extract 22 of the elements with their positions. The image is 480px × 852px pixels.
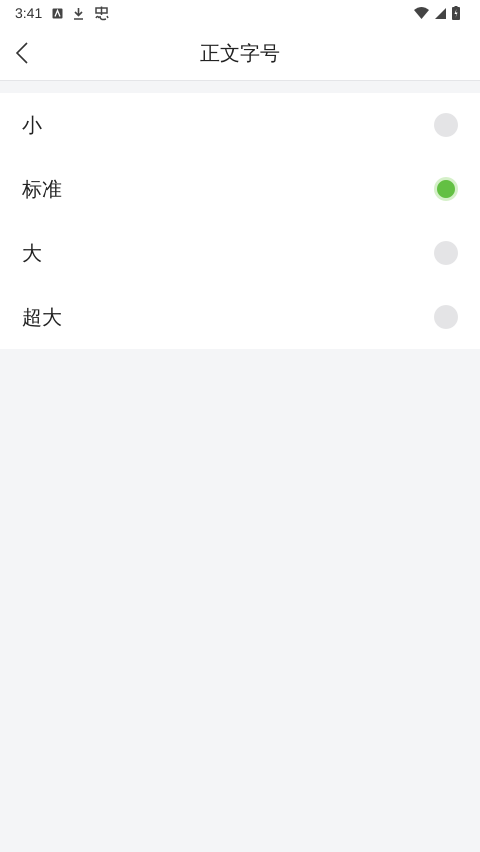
font-size-option[interactable]: 小 xyxy=(0,93,480,157)
notification-icon xyxy=(52,8,64,18)
battery-icon xyxy=(452,6,460,20)
option-label: 超大 xyxy=(22,304,62,330)
radio-button[interactable] xyxy=(434,305,458,329)
download-icon xyxy=(73,6,84,20)
signal-icon xyxy=(435,8,446,18)
radio-button[interactable] xyxy=(434,113,458,137)
status-time: 3:41 xyxy=(15,5,42,21)
font-size-option[interactable]: 超大 xyxy=(0,285,480,349)
page-title: 正文字号 xyxy=(200,40,280,66)
font-size-option[interactable]: 标准 xyxy=(0,157,480,221)
option-label: 标准 xyxy=(22,176,62,202)
back-icon xyxy=(16,42,28,64)
radio-button[interactable] xyxy=(434,241,458,265)
option-label: 大 xyxy=(22,240,42,266)
app-notification-icon xyxy=(94,6,110,20)
wifi-icon xyxy=(414,7,429,19)
option-label: 小 xyxy=(22,112,42,138)
back-button[interactable] xyxy=(16,42,28,64)
radio-button[interactable] xyxy=(434,177,458,201)
font-size-option[interactable]: 大 xyxy=(0,221,480,285)
